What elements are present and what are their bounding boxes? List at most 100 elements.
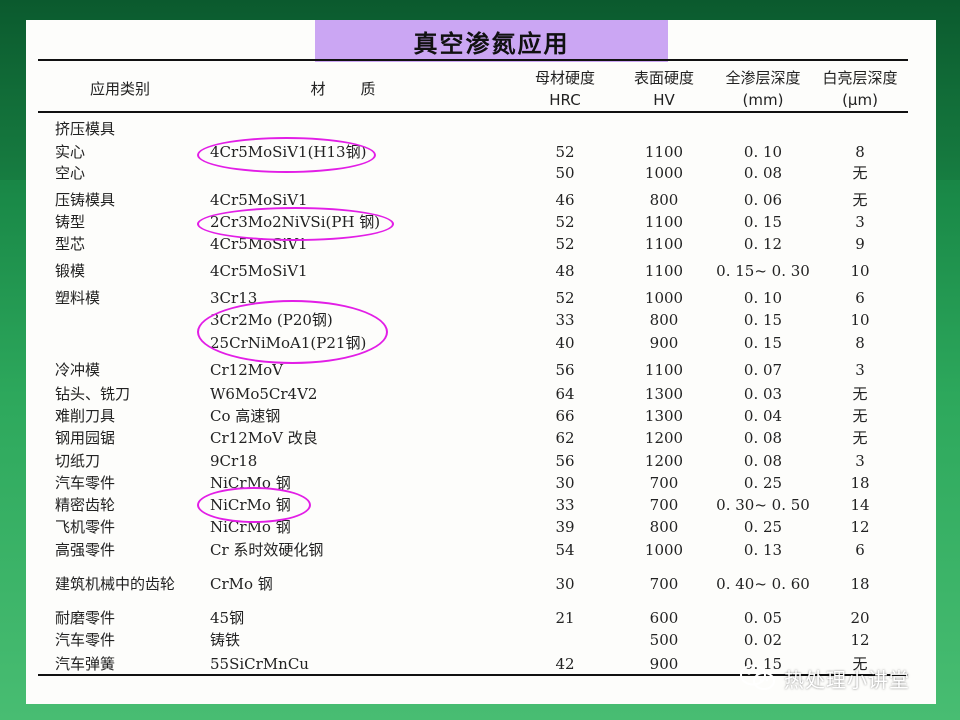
highlight-oval-h13 <box>197 137 376 173</box>
cell-category: 实心 <box>55 143 86 161</box>
cell-hrc: 46 <box>555 191 575 209</box>
cell-white-layer: 8 <box>855 334 865 352</box>
table-row: 精密齿轮 NiCrMo 钢 33 700 0. 30~ 0. 50 14 <box>0 494 960 516</box>
table-row: 耐磨零件 45钢 21 600 0. 05 20 <box>0 607 960 629</box>
cell-depth: 0. 10 <box>743 143 783 161</box>
cell-hv: 800 <box>649 518 679 536</box>
cell-depth: 0. 07 <box>743 361 783 379</box>
table-row: 建筑机械中的齿轮 CrMo 钢 30 700 0. 40~ 0. 60 18 <box>0 573 960 595</box>
cell-depth: 0. 25 <box>743 474 783 492</box>
cell-white-layer: 9 <box>855 235 865 253</box>
cell-depth: 0. 15 <box>743 334 783 352</box>
header-surface-hardness: 表面硬度 <box>633 69 694 87</box>
cell-category: 压铸模具 <box>55 191 116 209</box>
cell-depth: 0. 15 <box>743 311 783 329</box>
header-category: 应用类别 <box>89 80 150 98</box>
cell-white-layer: 3 <box>855 361 865 379</box>
table-row: 高强零件 Cr 系时效硬化钢 54 1000 0. 13 6 <box>0 539 960 561</box>
cell-material: Cr12MoV 改良 <box>210 429 318 447</box>
cell-material: 45钢 <box>210 609 245 627</box>
cell-category: 飞机零件 <box>55 518 116 536</box>
cell-hv: 1300 <box>644 385 684 403</box>
cell-category: 铸型 <box>55 213 86 231</box>
cell-hrc: 64 <box>555 385 575 403</box>
cell-category: 汽车弹簧 <box>55 655 116 673</box>
cell-category: 锻模 <box>55 262 86 280</box>
cell-material: 9Cr18 <box>210 452 258 470</box>
cell-depth: 0. 04 <box>743 407 783 425</box>
cell-category: 切纸刀 <box>55 452 101 470</box>
watermark-text: 热处理小讲堂 <box>784 667 910 692</box>
cell-material: 55SiCrMnCu <box>210 655 309 673</box>
cell-category: 汽车零件 <box>55 631 116 649</box>
table-row: 塑料模 3Cr13 52 1000 0. 10 6 <box>0 287 960 309</box>
cell-white-layer: 无 <box>852 164 868 182</box>
table-row: 切纸刀 9Cr18 56 1200 0. 08 3 <box>0 450 960 472</box>
table-row: 挤压模具 <box>0 118 960 140</box>
table-row: 3Cr2Mo (P20钢) 33 800 0. 15 10 <box>0 309 960 331</box>
cell-material: 4Cr5MoSiV1 <box>210 262 308 280</box>
cell-hrc: 40 <box>555 334 575 352</box>
cell-hv: 1100 <box>644 361 684 379</box>
cell-depth: 0. 08 <box>743 452 783 470</box>
highlight-oval-ph-steel <box>197 207 394 241</box>
header-white-layer: 白亮层深度 <box>822 69 898 87</box>
cell-white-layer: 无 <box>852 429 868 447</box>
cell-hv: 1200 <box>644 429 684 447</box>
cell-white-layer: 6 <box>855 289 865 307</box>
cell-white-layer: 10 <box>850 311 870 329</box>
cell-hrc: 54 <box>555 541 575 559</box>
cell-material: W6Mo5Cr4V2 <box>210 385 318 403</box>
cell-white-layer: 10 <box>850 262 870 280</box>
cell-depth: 0. 02 <box>743 631 783 649</box>
cell-depth: 0. 25 <box>743 518 783 536</box>
cell-category: 高强零件 <box>55 541 116 559</box>
cell-category: 难削刀具 <box>55 407 116 425</box>
cell-material: Cr 系时效硬化钢 <box>210 541 324 559</box>
cell-hv: 1000 <box>644 164 684 182</box>
cell-category: 钢用园锯 <box>55 429 116 447</box>
header-surface-hardness-unit: HV <box>653 91 675 109</box>
cell-hrc: 52 <box>555 213 575 231</box>
cell-white-layer: 12 <box>850 518 870 536</box>
header-white-layer-unit: (μm) <box>842 91 878 109</box>
table-row: 空心 50 1000 0. 08 无 <box>0 162 960 184</box>
cell-hv: 700 <box>649 474 679 492</box>
cell-category: 型芯 <box>55 235 86 253</box>
header-layer-depth: 全渗层深度 <box>725 69 801 87</box>
table-row: 难削刀具 Co 高速钢 66 1300 0. 04 无 <box>0 405 960 427</box>
wechat-icon <box>738 663 778 693</box>
cell-hrc: 30 <box>555 474 575 492</box>
table-row: 钻头、铣刀 W6Mo5Cr4V2 64 1300 0. 03 无 <box>0 383 960 405</box>
cell-depth: 0. 13 <box>743 541 783 559</box>
cell-hrc: 39 <box>555 518 575 536</box>
cell-category: 耐磨零件 <box>55 609 116 627</box>
cell-hv: 1100 <box>644 262 684 280</box>
table-row: 锻模 4Cr5MoSiV1 48 1100 0. 15~ 0. 30 10 <box>0 260 960 282</box>
cell-material: CrMo 钢 <box>210 575 273 593</box>
top-rule <box>38 59 908 61</box>
table-row: 飞机零件 NiCrMo 钢 39 800 0. 25 12 <box>0 516 960 538</box>
cell-category: 挤压模具 <box>55 120 116 138</box>
cell-hv: 1100 <box>644 235 684 253</box>
header-base-hardness-unit: HRC <box>549 91 581 109</box>
cell-hrc: 52 <box>555 235 575 253</box>
highlight-oval-nicrmo-gear <box>197 487 311 523</box>
cell-hv: 700 <box>649 496 679 514</box>
cell-hv: 1300 <box>644 407 684 425</box>
cell-depth: 0. 30~ 0. 50 <box>716 496 810 514</box>
cell-hrc: 21 <box>555 609 575 627</box>
cell-white-layer: 8 <box>855 143 865 161</box>
cell-category: 建筑机械中的齿轮 <box>55 575 176 593</box>
cell-hv: 1100 <box>644 143 684 161</box>
table-row: 型芯 4Cr5MoSiV1 52 1100 0. 12 9 <box>0 233 960 255</box>
cell-depth: 0. 06 <box>743 191 783 209</box>
cell-depth: 0. 08 <box>743 164 783 182</box>
table-row: 压铸模具 4Cr5MoSiV1 46 800 0. 06 无 <box>0 189 960 211</box>
cell-white-layer: 20 <box>850 609 870 627</box>
cell-hv: 1100 <box>644 213 684 231</box>
cell-depth: 0. 05 <box>743 609 783 627</box>
table-row: 铸型 2Cr3Mo2NiVSi(PH 钢) 52 1100 0. 15 3 <box>0 211 960 233</box>
header-layer-depth-unit: (mm) <box>742 91 784 109</box>
cell-hrc: 33 <box>555 311 575 329</box>
